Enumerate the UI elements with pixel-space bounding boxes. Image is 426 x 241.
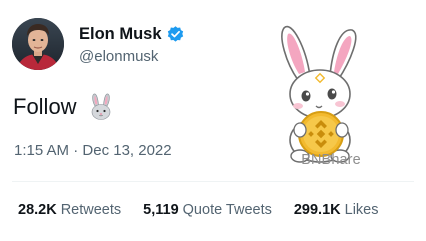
retweets-stat[interactable]: 28.2K Retweets [18,202,121,218]
timestamp-separator: · [73,142,79,159]
watermark-text: BNBhare [301,152,361,168]
likes-count: 299.1K [293,202,341,218]
quote-tweets-label: Quote Tweets [182,202,272,218]
avatar[interactable] [12,18,64,70]
likes-label: Likes [344,202,379,218]
quote-tweets-count: 5,119 [143,202,179,218]
likes-stat[interactable]: 299.1K Likes [294,202,379,218]
verified-badge-icon [166,25,185,44]
author-name-row: Elon Musk [79,25,185,44]
divider [12,181,414,182]
tweet-timestamp[interactable]: 1:15 AM · Dec 13, 2022 [14,142,172,159]
engagement-stats: 28.2K Retweets 5,119 Quote Tweets 299.1K… [18,202,378,218]
quote-tweets-stat[interactable]: 5,119 Quote Tweets [143,202,272,218]
profile-avatar-icon [12,18,64,70]
rabbit-face-emoji-icon [86,92,116,122]
display-name[interactable]: Elon Musk [79,25,162,44]
tweet-text-content: Follow [13,94,77,119]
tweet-text: Follow [13,92,116,122]
tweet-time: 1:15 AM [14,142,70,159]
retweets-label: Retweets [60,202,122,218]
tweet-card: Elon Musk @elonmusk Follow 1:15 AM · Dec… [0,0,426,241]
tweet-date: Dec 13, 2022 [82,142,172,159]
retweets-count: 28.2K [18,202,57,218]
username[interactable]: @elonmusk [79,48,158,65]
